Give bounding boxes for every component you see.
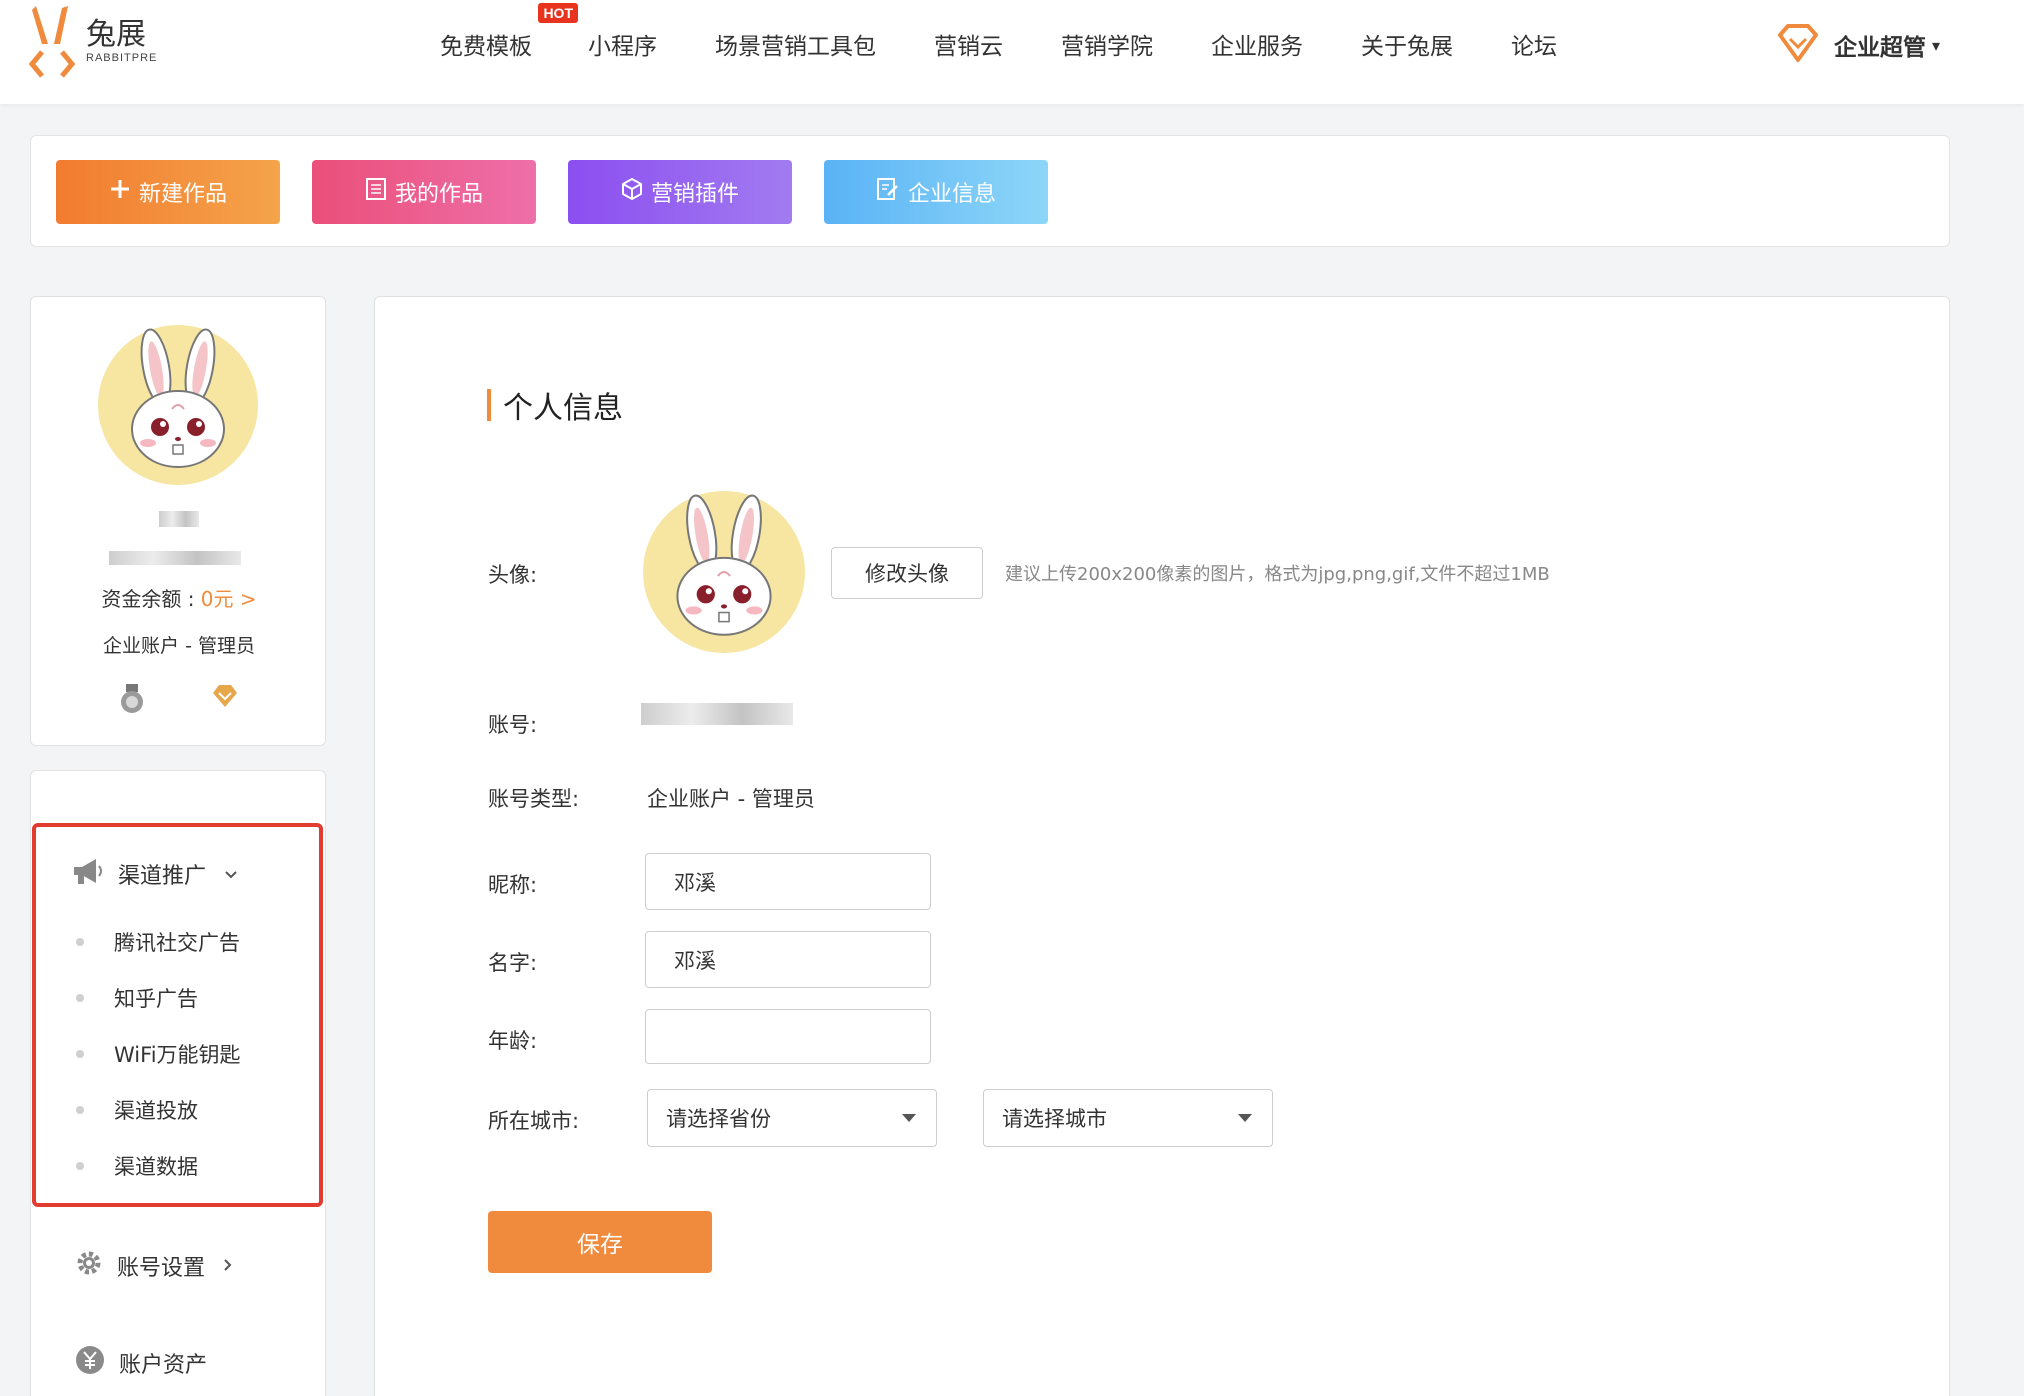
sidebar-item-label: 账户资产 [119,1353,208,1378]
name-label: 名字: [488,951,538,975]
nav-free-templates[interactable]: 免费模板 HOT [440,3,578,61]
profile-avatar[interactable] [643,491,805,653]
cube-icon [621,177,643,207]
page-title: 个人信息 [503,391,623,426]
megaphone-icon [72,857,104,891]
avatar-upload-hint: 建议上传200x200像素的图片，格式为jpg,png,gif,文件不超过1MB [1005,564,1550,585]
rabbit-logo-icon [28,4,80,78]
city-select-value: 请选择城市 [1002,1107,1107,1131]
sidebar-subitem-label: 腾讯社交广告 [114,931,240,955]
caret-down-icon: ▾ [1932,35,1941,55]
action-bar: 新建作品 我的作品 营销插件 企业信息 [30,135,1950,247]
marketing-plugins-label: 营销插件 [650,182,739,207]
sidebar-subitem-channel-data[interactable]: 渠道数据 [76,1151,198,1181]
sidebar-item-channel-promo[interactable]: 渠道推广 [72,857,238,891]
sidebar-item-account-assets[interactable]: 账户资产 [75,1345,207,1381]
account-type-value: 企业账户 - 管理员 [647,787,815,811]
medal-icon[interactable] [119,683,145,719]
personal-info-panel: 个人信息 头像: 修改头像 建议上传200x200像素的图片，格式为jpg,pn… [374,296,1950,1396]
name-field[interactable]: 邓溪 [645,931,931,988]
city-label: 所在城市: [488,1109,580,1133]
sidebar-item-account-settings[interactable]: 账号设置 [75,1249,233,1283]
nav-forum[interactable]: 论坛 [1511,27,1557,61]
account-label: 账号: [488,713,538,737]
plus-icon [109,178,131,206]
chevron-down-icon [224,864,238,885]
nav-label: 免费模板 [440,34,532,60]
nav-marketing-academy[interactable]: 营销学院 [1061,27,1153,61]
bullet [76,1162,84,1170]
age-field[interactable] [645,1009,931,1064]
brand-logo[interactable]: 兔展 RABBITPRE [28,4,158,78]
nickname-field[interactable]: 邓溪 [645,853,931,910]
balance-value-link[interactable]: 0元 > [201,587,257,611]
sidebar-item-label: 渠道推广 [118,864,207,889]
marketing-plugins-button[interactable]: 营销插件 [568,160,792,224]
sidebar-subitem-channel-delivery[interactable]: 渠道投放 [76,1095,198,1125]
avatar-label: 头像: [488,563,538,587]
company-info-button[interactable]: 企业信息 [824,160,1048,224]
hot-badge: HOT [538,3,578,23]
sidebar-subitem-label: 渠道数据 [114,1155,198,1179]
sidebar-subitem-label: 渠道投放 [114,1099,198,1123]
change-avatar-button[interactable]: 修改头像 [831,547,983,599]
chevron-right-icon [223,1256,233,1277]
sidebar-subitem-tencent-ads[interactable]: 腾讯社交广告 [76,927,240,957]
nickname-label: 昵称: [488,873,538,897]
diamond-icon [1776,23,1820,67]
blurred-account-id [109,551,241,565]
profile-card: 资金余额 : 0元 > 企业账户 - 管理员 [30,296,326,746]
account-type-label: 账号类型: [488,787,580,811]
city-select[interactable]: 请选择城市 [983,1089,1273,1147]
province-select[interactable]: 请选择省份 [647,1089,937,1147]
bullet [76,994,84,1002]
channel-promo-section: 渠道推广 腾讯社交广告 知乎广告 WiFi万能钥匙 渠道投放 渠道数据 [32,823,323,1207]
document-icon [365,177,387,207]
sidebar-subitem-label: WiFi万能钥匙 [114,1043,241,1067]
vip-diamond-icon[interactable] [211,683,239,713]
nav-scene-marketing[interactable]: 场景营销工具包 [715,27,876,61]
sidebar-subitem-zhihu-ads[interactable]: 知乎广告 [76,983,198,1013]
nav-about[interactable]: 关于兔展 [1361,27,1453,61]
balance-label: 资金余额 : [101,587,201,611]
new-work-button[interactable]: 新建作品 [56,160,280,224]
brand-name-en: RABBITPRE [86,52,158,64]
my-works-label: 我的作品 [394,182,483,207]
top-header: 兔展 RABBITPRE 免费模板 HOT 小程序 场景营销工具包 营销云 营销… [0,0,2024,104]
blurred-account-value [641,703,793,725]
blurred-username [159,511,199,527]
bullet [76,1106,84,1114]
dropdown-arrow-icon [902,1114,916,1122]
save-button[interactable]: 保存 [488,1211,712,1273]
my-works-button[interactable]: 我的作品 [312,160,536,224]
sidebar-subitem-wifi-key[interactable]: WiFi万能钥匙 [76,1039,241,1069]
yen-icon [75,1345,105,1381]
edit-document-icon [876,177,900,207]
bullet [76,938,84,946]
nav-enterprise-service[interactable]: 企业服务 [1211,27,1303,61]
new-work-label: 新建作品 [138,182,227,207]
brand-name: 兔展 [86,17,146,52]
age-label: 年龄: [488,1029,538,1053]
user-role-label: 企业超管 [1834,35,1926,61]
account-type: 企业账户 - 管理员 [103,635,255,657]
avatar[interactable] [98,325,258,485]
gear-icon [75,1249,103,1283]
dropdown-arrow-icon [1238,1114,1252,1122]
balance-line: 资金余额 : 0元 > [31,583,327,612]
province-select-value: 请选择省份 [666,1107,771,1131]
sidebar-subitem-label: 知乎广告 [114,987,198,1011]
sidebar-item-label: 账号设置 [117,1256,206,1281]
sidebar-menu: 渠道推广 腾讯社交广告 知乎广告 WiFi万能钥匙 渠道投放 渠道数据 账号设置… [30,770,326,1396]
main-nav: 免费模板 HOT 小程序 场景营销工具包 营销云 营销学院 企业服务 关于兔展 … [440,0,1615,88]
bullet [76,1050,84,1058]
nav-mini-program[interactable]: 小程序 [588,27,657,61]
title-accent-bar [487,389,491,421]
company-info-label: 企业信息 [907,182,996,207]
section-title: 个人信息 [487,383,623,427]
user-menu[interactable]: 企业超管 ▾ [1776,18,1940,72]
nav-marketing-cloud[interactable]: 营销云 [934,27,1003,61]
